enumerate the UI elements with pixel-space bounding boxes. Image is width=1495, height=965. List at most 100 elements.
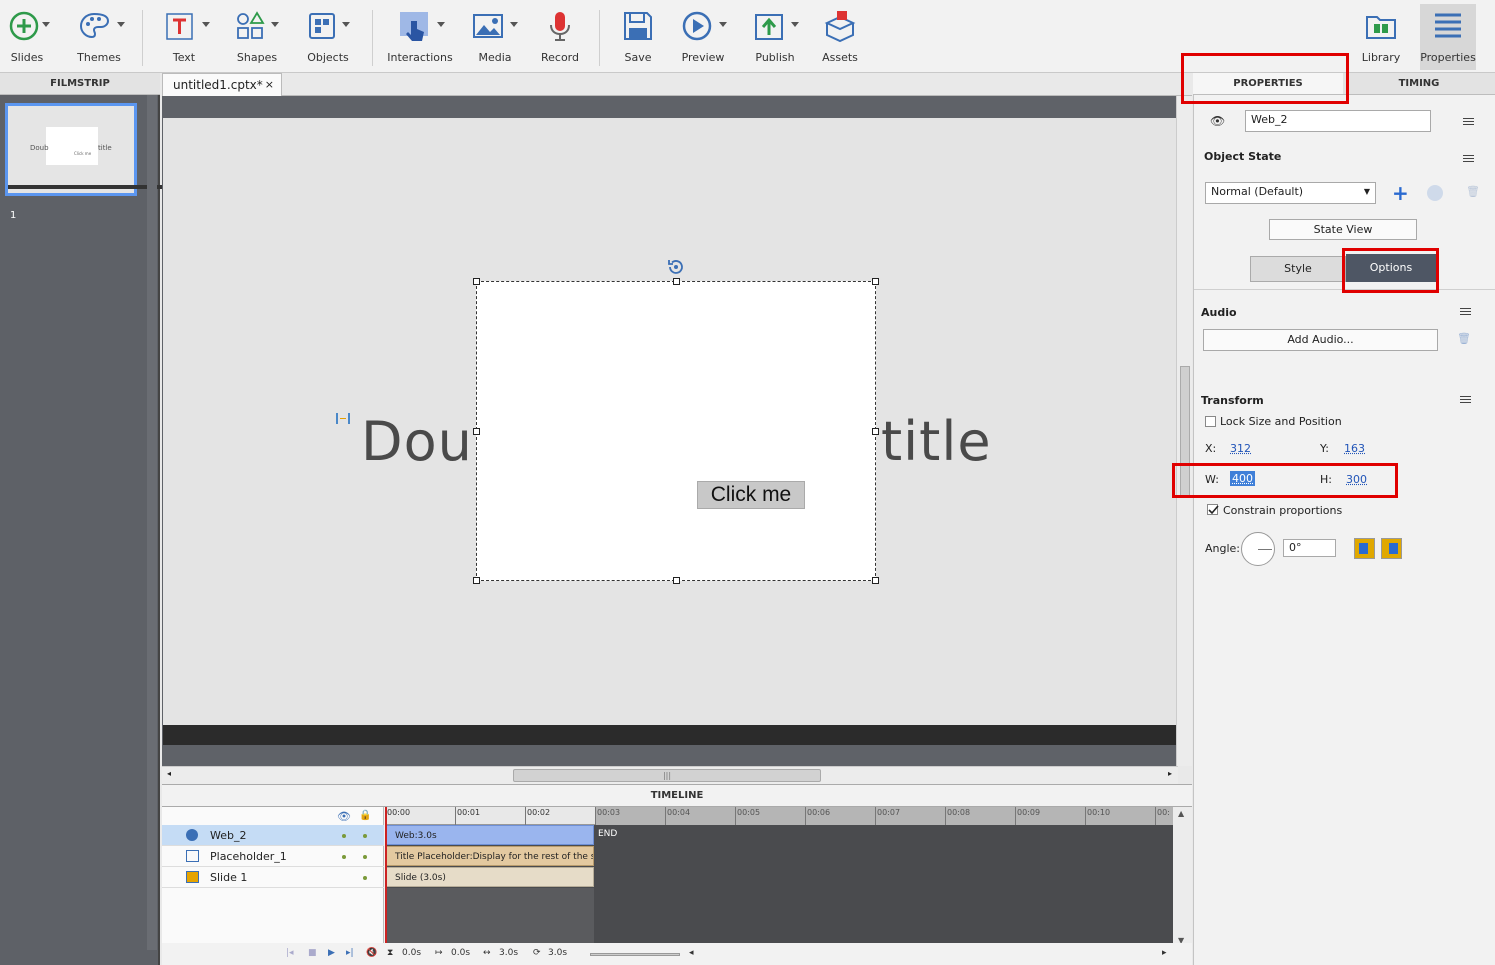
- rotate-cw-icon[interactable]: [1381, 538, 1402, 559]
- timeline-tick-line: [735, 807, 736, 825]
- resize-handle-s[interactable]: [673, 577, 680, 584]
- tab-style[interactable]: Style: [1250, 256, 1346, 282]
- tab-timing[interactable]: TIMING: [1343, 73, 1495, 95]
- interactions-button[interactable]: Interactions: [384, 4, 456, 70]
- properties-button[interactable]: Properties: [1420, 4, 1476, 70]
- timeline-layer-row[interactable]: Placeholder_1: [162, 846, 384, 867]
- y-label: Y:: [1320, 442, 1329, 455]
- timeline-track-area[interactable]: 00:00 00:01 00:02 00:03 00:04 00:05 00:06 00:07…: [385, 807, 1173, 965]
- add-audio-button[interactable]: Add Audio...: [1203, 329, 1438, 351]
- thumbnail-web-object: [46, 127, 98, 165]
- timeline-tick-line: [595, 807, 596, 825]
- rotate-icon[interactable]: [667, 258, 685, 276]
- resize-handle-ne[interactable]: [872, 278, 879, 285]
- scrollbar-thumb[interactable]: |||: [513, 769, 821, 782]
- timeline-tick-label: 00:10: [1087, 808, 1111, 817]
- timeline-tick-line: [1085, 807, 1086, 825]
- slide-canvas[interactable]: Doub title Click me: [163, 118, 1176, 725]
- object-name-field[interactable]: Web_2: [1245, 110, 1431, 132]
- timeline-tick-line: [1155, 807, 1156, 825]
- constrain-checkbox[interactable]: [1207, 504, 1219, 515]
- timeline-bar-slide[interactable]: Slide (3.0s): [385, 867, 594, 887]
- resize-handle-se[interactable]: [872, 577, 879, 584]
- eye-icon[interactable]: 👁: [337, 810, 351, 823]
- rotate-ccw-icon[interactable]: [1354, 538, 1375, 559]
- lock-dot[interactable]: [363, 834, 367, 838]
- close-icon[interactable]: ×: [265, 74, 274, 96]
- lock-icon[interactable]: 🔒: [359, 810, 371, 821]
- state-select[interactable]: Normal (Default) ▼: [1205, 182, 1376, 204]
- timeline-scrollbar[interactable]: ▲ ▼: [1173, 807, 1192, 945]
- scroll-right-icon[interactable]: ▸: [1168, 769, 1172, 778]
- menu-icon[interactable]: [1457, 395, 1471, 405]
- scroll-left-icon[interactable]: ◂: [167, 769, 171, 778]
- resize-handle-e[interactable]: [872, 428, 879, 435]
- thumbnail-title-left: Doub: [30, 144, 49, 152]
- menu-icon[interactable]: [1457, 307, 1471, 317]
- menu-icon[interactable]: [1460, 154, 1474, 164]
- y-value[interactable]: 163: [1344, 442, 1365, 455]
- zoom-slider[interactable]: [590, 953, 680, 956]
- lock-dot[interactable]: [363, 876, 367, 880]
- end-time: 3.0s: [548, 948, 568, 958]
- eye-icon[interactable]: 👁: [1210, 114, 1225, 128]
- web-object[interactable]: Click me: [473, 278, 879, 584]
- text-button[interactable]: Text: [158, 4, 210, 70]
- filmstrip-scrollbar[interactable]: [147, 95, 157, 950]
- publish-button[interactable]: Publish: [745, 4, 805, 70]
- playhead[interactable]: [385, 807, 387, 965]
- angle-dial[interactable]: [1241, 532, 1275, 566]
- angle-field[interactable]: 0°: [1283, 539, 1336, 557]
- state-action-icon[interactable]: [1427, 185, 1443, 201]
- visibility-dot[interactable]: [342, 855, 346, 859]
- stop-icon[interactable]: ■: [308, 948, 317, 958]
- assets-button[interactable]: Assets: [815, 4, 865, 70]
- library-button[interactable]: Library: [1356, 4, 1406, 70]
- mute-icon[interactable]: 🔇: [366, 948, 377, 958]
- forward-end-icon[interactable]: ▸|: [346, 948, 354, 958]
- resize-handle-sw[interactable]: [473, 577, 480, 584]
- stage-horizontal-scrollbar[interactable]: ◂ ||| ▸: [162, 766, 1178, 784]
- timeline-tick-label: 00:08: [947, 808, 971, 817]
- timeline-ruler[interactable]: 00:00 00:01 00:02 00:03 00:04 00:05 00:06 00:07…: [385, 807, 1173, 825]
- document-tab[interactable]: untitled1.cptx* ×: [162, 73, 282, 96]
- objects-button[interactable]: Objects: [298, 4, 358, 70]
- timeline-layer-row[interactable]: Slide 1: [162, 867, 384, 888]
- trash-icon[interactable]: 🗑: [1457, 332, 1471, 345]
- timeline-bar-placeholder[interactable]: Title Placeholder:Display for the rest o…: [385, 846, 594, 866]
- timeline-layer-row[interactable]: Web_2: [162, 825, 384, 846]
- click-me-button[interactable]: Click me: [697, 481, 805, 509]
- slide-thumbnail[interactable]: Doub title Click me: [5, 103, 217, 196]
- scroll-up-icon[interactable]: ▲: [1178, 809, 1184, 818]
- shapes-button[interactable]: Shapes: [228, 4, 286, 70]
- menu-icon[interactable]: [1460, 117, 1474, 127]
- lock-size-checkbox[interactable]: [1205, 416, 1216, 427]
- add-state-icon[interactable]: +: [1392, 181, 1409, 205]
- play-icon[interactable]: ▶: [328, 948, 335, 958]
- placeholder-icon: [336, 413, 350, 424]
- properties-panel: 👁 Web_2 Object State Normal (Default) ▼ …: [1193, 95, 1495, 965]
- timeline-bar-web[interactable]: Web:3.0s: [385, 825, 594, 845]
- resize-handle-nw[interactable]: [473, 278, 480, 285]
- scroll-left-icon[interactable]: ◂: [689, 948, 694, 958]
- record-button[interactable]: Record: [534, 4, 586, 70]
- visibility-dot[interactable]: [342, 834, 346, 838]
- timeline-tick-label: 00:07: [877, 808, 901, 817]
- slides-button[interactable]: Slides: [0, 4, 54, 70]
- resize-handle-n[interactable]: [673, 278, 680, 285]
- x-value[interactable]: 312: [1230, 442, 1251, 455]
- resize-handle-w[interactable]: [473, 428, 480, 435]
- lock-dot[interactable]: [363, 855, 367, 859]
- state-view-button[interactable]: State View: [1269, 219, 1417, 240]
- save-button[interactable]: Save: [612, 4, 664, 70]
- stage-vertical-scrollbar[interactable]: [1176, 96, 1192, 766]
- media-button[interactable]: Media: [468, 4, 522, 70]
- trash-icon[interactable]: 🗑: [1466, 185, 1480, 198]
- rewind-icon[interactable]: |◂: [286, 948, 294, 958]
- title-placeholder-text-right[interactable]: title: [881, 410, 992, 473]
- preview-button[interactable]: Preview: [675, 4, 731, 70]
- hand-pointer-icon: [400, 12, 428, 41]
- scroll-right-icon[interactable]: ▸: [1162, 948, 1167, 958]
- highlight-size-fields: [1172, 463, 1398, 498]
- themes-button[interactable]: Themes: [70, 4, 128, 70]
